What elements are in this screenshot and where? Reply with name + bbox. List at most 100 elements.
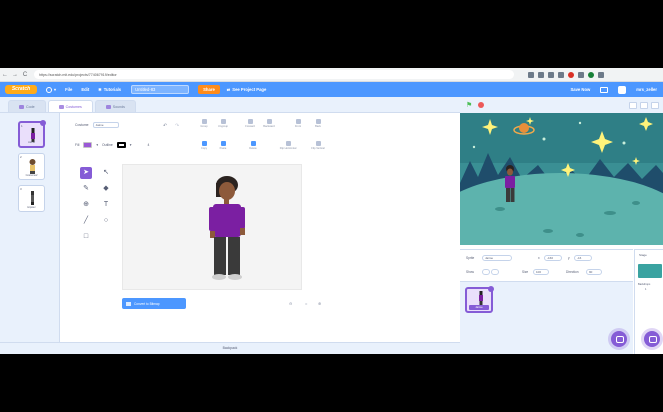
delete-button[interactable]: Delete (246, 141, 260, 150)
see-project-page-button[interactable]: ⇄ See Project Page (227, 87, 267, 92)
paste-button[interactable]: Paste (216, 141, 230, 150)
flip-vertical-button[interactable]: Flip Vertical (305, 141, 331, 150)
delete-costume-icon[interactable] (40, 120, 46, 126)
profile-icon[interactable] (588, 71, 594, 78)
delete-sprite-icon[interactable] (488, 286, 494, 292)
outline-color-swatch[interactable] (116, 142, 126, 148)
avatar[interactable] (618, 85, 627, 94)
costume-number: 3 (20, 187, 22, 191)
costume-character (209, 176, 245, 280)
show-visible-toggle[interactable] (482, 269, 490, 275)
y-input[interactable]: -16 (574, 255, 592, 261)
front-layer-button[interactable]: Front (291, 119, 305, 128)
costume-item[interactable]: 3 Hipster (18, 185, 45, 212)
fill-color-swatch[interactable] (83, 142, 93, 148)
tab-costumes-label: Costumes (65, 104, 82, 109)
copy-label: Copy (200, 147, 208, 150)
globe-icon (46, 86, 52, 93)
large-stage-icon[interactable] (640, 101, 648, 109)
language-menu[interactable]: ▾ (46, 86, 56, 93)
group-button[interactable]: Group (197, 119, 211, 128)
direction-input[interactable]: 90 (586, 269, 602, 275)
stop-icon[interactable] (478, 102, 485, 108)
zoom-out-icon[interactable]: ⊖ (289, 301, 292, 306)
tab-sounds[interactable]: Sounds (94, 100, 136, 112)
username[interactable]: mrs_zeller (636, 87, 657, 92)
reload-button[interactable]: C (20, 72, 30, 78)
ungroup-button[interactable]: Ungroup (216, 119, 230, 128)
bitmap-icon (126, 301, 131, 306)
zoom-reset-icon[interactable]: = (305, 301, 307, 306)
choose-sprite-button[interactable] (611, 331, 627, 347)
forward-label: Forward (245, 125, 255, 128)
speaker-icon (105, 104, 111, 109)
back-layer-button[interactable]: Back (311, 119, 325, 128)
size-label: Size (522, 270, 529, 274)
text-tool[interactable]: T (100, 199, 112, 211)
costume-item[interactable]: 2 Costume2 (18, 153, 45, 180)
scratch-logo[interactable]: Scratch (5, 85, 37, 94)
eraser-tool[interactable]: ◆ (100, 183, 112, 195)
file-menu[interactable]: File (65, 87, 72, 92)
tab-costumes[interactable]: Costumes (47, 100, 93, 112)
my-stuff-icon[interactable] (600, 86, 609, 93)
choose-backdrop-button[interactable] (644, 331, 660, 347)
line-tool[interactable]: ╱ (80, 215, 92, 227)
redo-icon[interactable]: ↷ (175, 123, 179, 129)
forward-button[interactable]: → (10, 72, 20, 78)
select-tool[interactable]: ➤ (80, 167, 92, 179)
share-button[interactable]: Share (198, 85, 220, 94)
fill-tool[interactable]: ⊕ (80, 199, 92, 211)
tutorials-menu[interactable]: ✱ Tutorials (98, 87, 121, 92)
circle-tool[interactable]: ○ (100, 215, 112, 227)
sprite-name-input[interactable]: Jaime (482, 255, 512, 261)
size-input[interactable]: 100 (533, 269, 549, 275)
costume-name-input[interactable]: Jaime (92, 122, 119, 128)
flip-horizontal-button[interactable]: Flip Horizontal (275, 141, 301, 150)
brush-icon (58, 104, 64, 109)
tutorials-label: Tutorials (103, 87, 122, 92)
extension-icon[interactable] (548, 71, 554, 78)
recording-icon[interactable] (568, 71, 574, 78)
reshape-tool[interactable]: ↖ (100, 167, 112, 179)
code-icon (19, 104, 24, 109)
stage-label: Stage (639, 253, 647, 257)
costume-item[interactable]: 1 Jaime (18, 120, 46, 148)
edit-menu[interactable]: Edit (81, 87, 89, 92)
menu-dots-icon[interactable] (598, 71, 604, 78)
chevron-down-icon: ▾ (129, 143, 132, 147)
zoom-in-icon[interactable]: ⊕ (318, 301, 321, 306)
costume-name: Hipster (27, 206, 36, 209)
backward-layer-button[interactable]: Backward (262, 119, 276, 128)
small-stage-icon[interactable] (629, 101, 637, 109)
ungroup-label: Ungroup (218, 125, 228, 128)
stage-canvas[interactable] (460, 113, 663, 245)
outline-width-value[interactable]: 4 (148, 143, 150, 147)
tab-code[interactable]: Code (8, 100, 46, 112)
undo-icon[interactable]: ↶ (163, 123, 167, 129)
lightbulb-icon: ✱ (98, 87, 102, 92)
copy-button[interactable]: Copy (197, 141, 211, 150)
green-flag-icon[interactable]: ⚑ (466, 102, 472, 109)
drawing-canvas[interactable] (122, 164, 302, 290)
rectangle-tool[interactable]: □ (80, 231, 92, 243)
convert-to-bitmap-button[interactable]: Convert to Bitmap (122, 298, 186, 309)
puzzle-icon[interactable] (578, 71, 584, 78)
x-input[interactable]: -160 (544, 255, 562, 261)
save-now-button[interactable]: Save Now (570, 87, 590, 92)
fullscreen-icon[interactable] (651, 101, 659, 109)
project-title-input[interactable]: Untitled-83 (131, 85, 190, 94)
back-button[interactable]: ← (0, 72, 10, 78)
extension-icon[interactable] (558, 71, 564, 78)
extension-icon[interactable] (538, 71, 544, 78)
sprite-tile[interactable]: Jaime (465, 286, 494, 313)
forward-layer-button[interactable]: Forward (243, 119, 257, 128)
brush-tool[interactable]: ✎ (80, 183, 92, 195)
sprite-pane: Sprite Jaime x -160 y -16 Show Size 100 … (460, 249, 633, 354)
hide-toggle[interactable] (491, 269, 499, 275)
address-bar[interactable]: https://scratch.mit.edu/projects/7740679… (34, 70, 514, 79)
backpack[interactable]: Backpack (0, 342, 460, 354)
account-area: Save Now mrs_zeller (570, 85, 663, 94)
sprite-info: Sprite Jaime x -160 y -16 Show Size 100 … (460, 250, 633, 282)
star-icon[interactable] (528, 71, 534, 78)
